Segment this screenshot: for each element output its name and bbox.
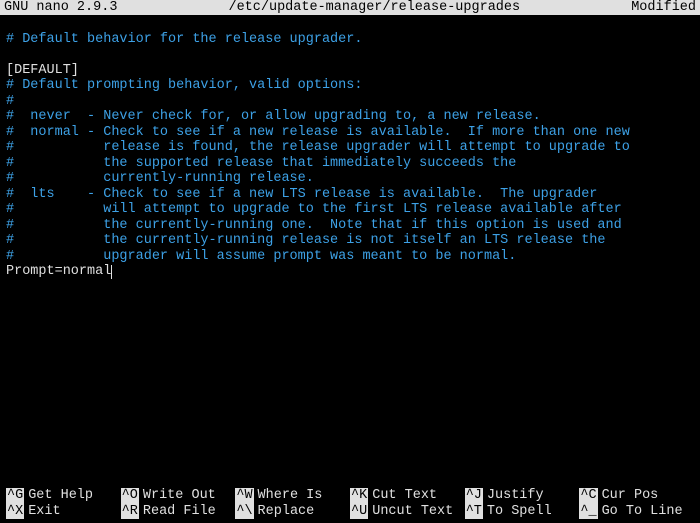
shortcut-key: ^T xyxy=(465,504,483,520)
shortcut-item[interactable]: ^KCut Text xyxy=(350,488,465,504)
shortcut-label: Read File xyxy=(143,504,216,520)
shortcut-key: ^_ xyxy=(579,504,597,520)
shortcut-key: ^G xyxy=(6,488,24,504)
titlebar: GNU nano 2.9.3 /etc/update-manager/relea… xyxy=(0,0,700,15)
shortcut-key: ^R xyxy=(121,504,139,520)
shortcut-label: Exit xyxy=(28,504,60,520)
editor-line[interactable]: # the currently-running one. Note that i… xyxy=(6,218,694,234)
editor-line[interactable]: # normal - Check to see if a new release… xyxy=(6,125,694,141)
editor-line[interactable]: [DEFAULT] xyxy=(6,63,694,79)
shortcut-key: ^J xyxy=(465,488,483,504)
shortcut-label: Cur Pos xyxy=(602,488,659,504)
editor-line[interactable]: # the supported release that immediately… xyxy=(6,156,694,172)
shortcut-item[interactable]: ^C Cur Pos xyxy=(579,488,694,504)
modified-status: Modified xyxy=(631,0,696,15)
shortcut-item[interactable]: ^\ Replace xyxy=(235,504,350,520)
editor-line[interactable]: # Default behavior for the release upgra… xyxy=(6,32,694,48)
shortcut-label: To Spell xyxy=(487,504,552,520)
shortcut-row-1: ^GGet Help^OWrite Out^WWhere Is^KCut Tex… xyxy=(6,488,694,504)
shortcut-item[interactable]: ^JJustify xyxy=(465,488,580,504)
shortcut-item[interactable]: ^_ Go To Line xyxy=(579,504,694,520)
shortcut-key: ^\ xyxy=(235,504,253,520)
editor-line[interactable]: # will attempt to upgrade to the first L… xyxy=(6,202,694,218)
shortcut-key: ^X xyxy=(6,504,24,520)
shortcut-label: Get Help xyxy=(28,488,93,504)
shortcut-bar: ^GGet Help^OWrite Out^WWhere Is^KCut Tex… xyxy=(6,488,694,519)
app-name: GNU nano 2.9.3 xyxy=(4,0,117,15)
editor-line[interactable]: # Default prompting behavior, valid opti… xyxy=(6,78,694,94)
editor-line[interactable]: # currently-running release. xyxy=(6,171,694,187)
shortcut-key: ^U xyxy=(350,504,368,520)
editor-line[interactable]: # never - Never check for, or allow upgr… xyxy=(6,109,694,125)
editor-line[interactable]: # release is found, the release upgrader… xyxy=(6,140,694,156)
shortcut-label: Uncut Text xyxy=(372,504,453,520)
shortcut-item[interactable]: ^TTo Spell xyxy=(465,504,580,520)
shortcut-key: ^K xyxy=(350,488,368,504)
shortcut-key: ^C xyxy=(579,488,597,504)
shortcut-key: ^O xyxy=(121,488,139,504)
shortcut-label: Go To Line xyxy=(602,504,683,520)
shortcut-label: Write Out xyxy=(143,488,216,504)
editor-area[interactable]: # Default behavior for the release upgra… xyxy=(0,15,700,280)
shortcut-item[interactable]: ^W Where Is xyxy=(235,488,350,504)
editor-line[interactable]: # xyxy=(6,94,694,110)
shortcut-item[interactable]: ^GGet Help xyxy=(6,488,121,504)
editor-line[interactable]: # upgrader will assume prompt was meant … xyxy=(6,249,694,265)
editor-line[interactable]: Prompt=normal xyxy=(6,264,694,280)
shortcut-item[interactable]: ^UUncut Text xyxy=(350,504,465,520)
shortcut-item[interactable]: ^OWrite Out xyxy=(121,488,236,504)
file-path: /etc/update-manager/release-upgrades xyxy=(117,0,631,15)
shortcut-item[interactable]: ^RRead File xyxy=(121,504,236,520)
shortcut-label: Where Is xyxy=(258,488,323,504)
shortcut-key: ^W xyxy=(235,488,253,504)
editor-line[interactable]: # the currently-running release is not i… xyxy=(6,233,694,249)
shortcut-row-2: ^XExit^RRead File^\Replace^UUncut Text^T… xyxy=(6,504,694,520)
shortcut-label: Replace xyxy=(258,504,315,520)
shortcut-item[interactable]: ^XExit xyxy=(6,504,121,520)
shortcut-label: Cut Text xyxy=(372,488,437,504)
shortcut-label: Justify xyxy=(487,488,544,504)
editor-line[interactable]: # lts - Check to see if a new LTS releas… xyxy=(6,187,694,203)
text-cursor xyxy=(111,265,112,279)
